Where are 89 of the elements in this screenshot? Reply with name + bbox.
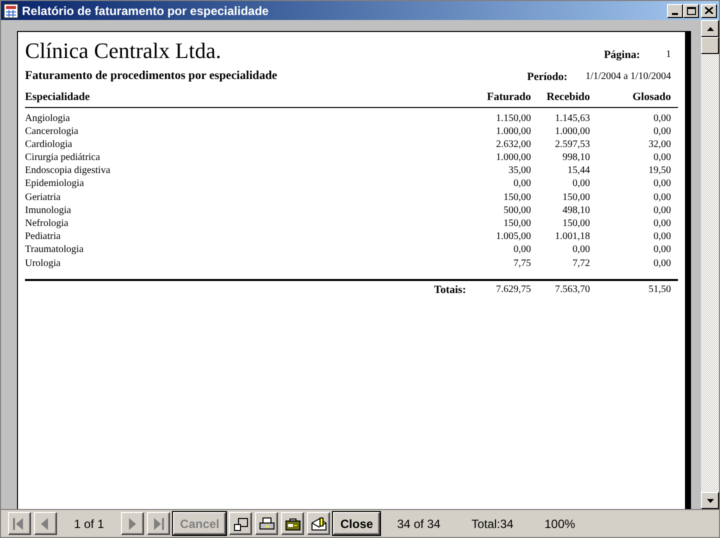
table-cell-text: 0,00 <box>652 230 671 244</box>
table-cell-text: 35,00 <box>508 164 531 178</box>
report-subtitle: Faturamento de procedimentos por especialidade <box>25 67 278 84</box>
table-cell-text: 500,00 <box>502 204 531 217</box>
up-arrow-icon <box>706 26 714 30</box>
table-cell-text: 7,72 <box>572 256 590 270</box>
table-cell-text: 0,00 <box>652 124 671 138</box>
status-text: 1 of 1 <box>73 516 106 532</box>
table-cell-text: 0,00 <box>652 256 671 270</box>
table-cell-text: 15,44 <box>566 164 590 178</box>
table-cell-text: 32,00 <box>648 138 671 152</box>
table-cell-text: Urologia <box>25 256 62 270</box>
table-cell-text: Traumatologia <box>25 243 85 257</box>
group-tree-button[interactable] <box>229 512 252 535</box>
column-header: Glosado <box>631 90 671 105</box>
column-header: Faturado <box>486 90 531 105</box>
page-number: 1 <box>666 48 671 62</box>
table-cell-text: 0,00 <box>512 243 531 257</box>
table-cell-text: 150,00 <box>502 217 531 230</box>
table-cell-text: 0,00 <box>652 217 671 230</box>
scroll-up-button[interactable] <box>701 20 719 37</box>
scroll-thumb[interactable] <box>701 37 719 54</box>
table-cell-text: 498,10 <box>562 204 590 217</box>
maximize-icon <box>686 6 696 14</box>
table-cell-text: 0,00 <box>512 177 531 191</box>
table-cell-text: 0,00 <box>572 177 590 191</box>
totals-label: Totais: <box>433 282 467 298</box>
table-cell-text: Endoscopia digestiva <box>25 164 112 178</box>
table-cell-text: 0,00 <box>572 243 590 257</box>
table-cell-text: Cardiologia <box>25 138 74 152</box>
down-arrow-icon <box>706 498 714 502</box>
minimize-button[interactable] <box>667 4 683 18</box>
table-cell-text: 0,00 <box>652 177 671 191</box>
report-icon <box>3 2 19 18</box>
table-cell-text: 1.000,00 <box>554 124 590 138</box>
table-cell-text: 150,00 <box>562 190 590 204</box>
column-header: Recebido <box>546 90 590 105</box>
table-cell-text: 1.150,00 <box>495 112 531 125</box>
table-cell-text: 2.597,53 <box>554 138 590 152</box>
table-cell-text: 998,10 <box>562 151 590 164</box>
printer-icon <box>258 516 275 530</box>
status-text: Total:34 <box>470 516 514 532</box>
period-range: 1/1/2004 a 1/10/2004 <box>585 70 671 84</box>
table-cell-text: Geriatria <box>25 190 62 204</box>
vertical-scrollbar[interactable] <box>701 20 719 509</box>
close-icon <box>705 7 713 14</box>
table-cell-text: 2.632,00 <box>495 138 531 152</box>
period-label: Período: <box>527 70 568 84</box>
total-cell-text: 7.563,70 <box>554 282 590 297</box>
company-name: Clínica Centralx Ltda. <box>25 38 222 64</box>
close-button[interactable] <box>701 4 717 18</box>
table-cell-text: Nefrologia <box>25 217 70 230</box>
table-cell-text: Cirurgia pediátrica <box>25 151 102 164</box>
table-cell-text: 1.145,63 <box>554 112 590 125</box>
briefcase-icon <box>284 516 301 530</box>
total-cell-text: 51,50 <box>648 282 671 297</box>
table-cell-text: 0,00 <box>652 112 671 125</box>
table-cell-text: 150,00 <box>502 190 531 204</box>
scroll-down-button[interactable] <box>701 492 719 509</box>
table-cell-text: Pediatria <box>25 230 62 244</box>
windows-icon <box>232 516 249 530</box>
table-cell-text: 0,00 <box>652 151 671 164</box>
table-cell-text: Imunologia <box>25 204 72 217</box>
mail-button[interactable] <box>307 512 330 535</box>
table-cell-text: 0,00 <box>652 204 671 217</box>
total-cell-text: 7.629,75 <box>495 282 531 297</box>
status-text: 100% <box>543 516 576 532</box>
text-button[interactable]: Close <box>333 512 380 535</box>
print-button[interactable] <box>255 512 278 535</box>
table-cell-text: 7,75 <box>512 256 531 270</box>
table-cell-text: 0,00 <box>652 243 671 257</box>
table-cell-text: Epidemiologia <box>25 177 85 191</box>
status-text: 34 of 34 <box>396 516 442 532</box>
table-cell-text: 0,00 <box>652 190 671 204</box>
table-cell-text: 1.001,18 <box>554 230 590 244</box>
page-label: Página: <box>604 48 640 63</box>
minimize-icon <box>672 12 678 14</box>
table-cell-text: 1.005,00 <box>495 230 531 244</box>
table-cell-text: 19,50 <box>648 164 671 178</box>
table-cell-text: 150,00 <box>562 217 590 230</box>
table-cell-text: Cancerologia <box>25 124 80 138</box>
table-cell-text: Angiologia <box>25 112 71 125</box>
table-cell-text: 1.000,00 <box>495 124 531 138</box>
table-cell-text: 1.000,00 <box>495 151 531 164</box>
maximize-button[interactable] <box>683 4 699 18</box>
envelope-icon <box>310 516 327 530</box>
export-button[interactable] <box>281 512 304 535</box>
column-header: Especialidade <box>25 90 91 105</box>
window-title: Relatório de faturamento por especialidade <box>22 2 270 20</box>
